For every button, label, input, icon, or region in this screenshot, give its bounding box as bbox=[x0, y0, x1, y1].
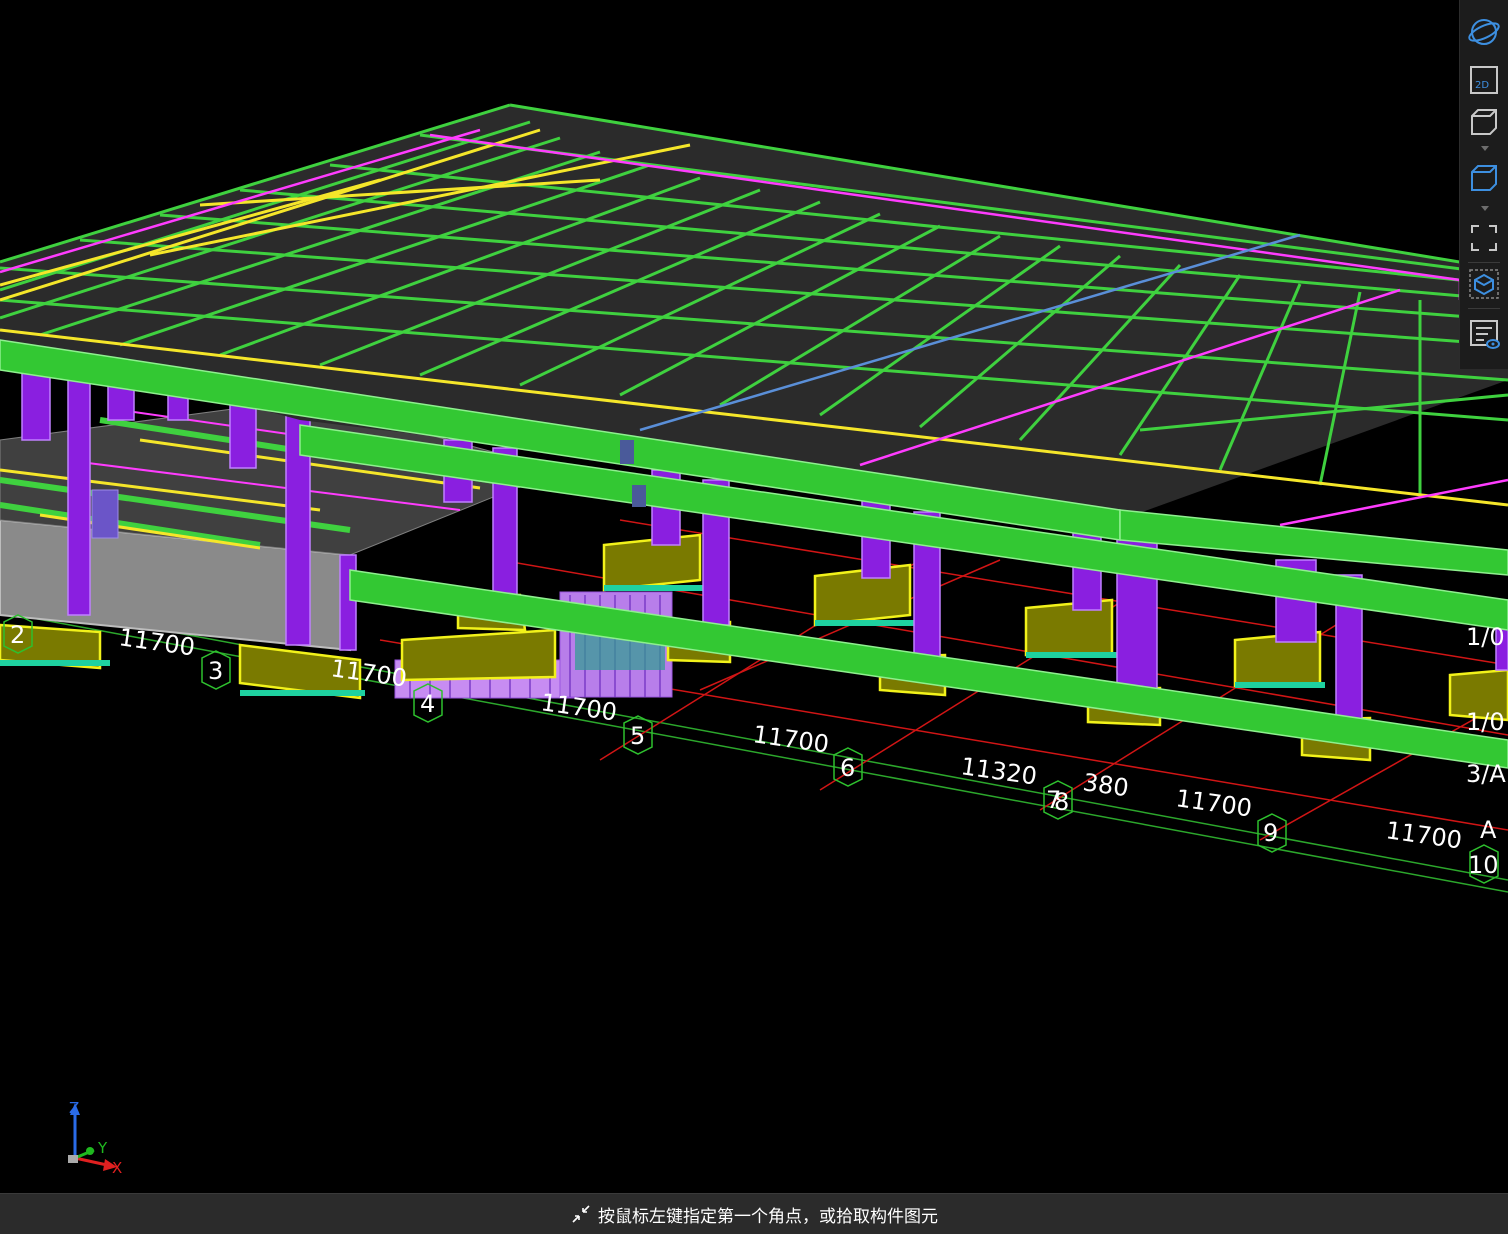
chevron-down-icon[interactable] bbox=[1481, 146, 1489, 151]
2d-view-icon: 2D bbox=[1470, 66, 1498, 94]
3d-model-viewport[interactable]: 11700 11700 11700 11700 11320 380 11700 … bbox=[0, 0, 1508, 1193]
fullscreen-icon bbox=[1471, 225, 1497, 251]
z-axis-label: Z bbox=[69, 1099, 79, 1117]
orbit-button[interactable] bbox=[1466, 14, 1502, 50]
3d-view-button[interactable] bbox=[1466, 104, 1502, 140]
3d-box-blue-icon bbox=[1471, 165, 1497, 191]
3d-box-icon bbox=[1471, 109, 1497, 135]
component-view-icon bbox=[1469, 269, 1499, 299]
layer-display-button[interactable] bbox=[1466, 316, 1502, 352]
y-axis-label: Y bbox=[97, 1139, 108, 1157]
layer-display-icon bbox=[1470, 320, 1500, 349]
axis-label: 9 bbox=[1263, 819, 1278, 847]
component-view-button[interactable] bbox=[1466, 266, 1502, 302]
status-hint: 按鼠标左键指定第一个角点，或拾取构件图元 bbox=[598, 1206, 938, 1227]
3d-box-blue-button[interactable] bbox=[1466, 160, 1502, 196]
fullscreen-button[interactable] bbox=[1466, 220, 1502, 256]
axis-label: 2 bbox=[10, 621, 25, 649]
axis-label: 1/0 bbox=[1466, 623, 1505, 651]
axis-label: A bbox=[1480, 816, 1497, 844]
axis-label: 1/0 bbox=[1466, 708, 1505, 736]
axis-label: 4 bbox=[420, 690, 435, 718]
view-toolbar: 2D bbox=[1459, 0, 1508, 369]
2d-view-button[interactable]: 2D bbox=[1466, 62, 1502, 98]
axis-label: 6 bbox=[840, 754, 855, 782]
axis-label: 5 bbox=[630, 722, 645, 750]
pick-cursor-icon bbox=[572, 1205, 590, 1223]
chevron-down-icon[interactable] bbox=[1481, 206, 1489, 211]
axis-label: 10 bbox=[1468, 851, 1499, 879]
status-bar: 按鼠标左键指定第一个角点，或拾取构件图元 bbox=[0, 1193, 1508, 1234]
x-axis-label: X bbox=[112, 1159, 122, 1177]
axis-label: 8 bbox=[1054, 788, 1069, 816]
orbit-icon bbox=[1468, 19, 1500, 45]
axis-label: 3/A bbox=[1466, 760, 1506, 788]
axis-label: 3 bbox=[208, 657, 223, 685]
svg-text:2D: 2D bbox=[1475, 80, 1489, 91]
axis-triad: Z Y X bbox=[62, 1093, 132, 1178]
